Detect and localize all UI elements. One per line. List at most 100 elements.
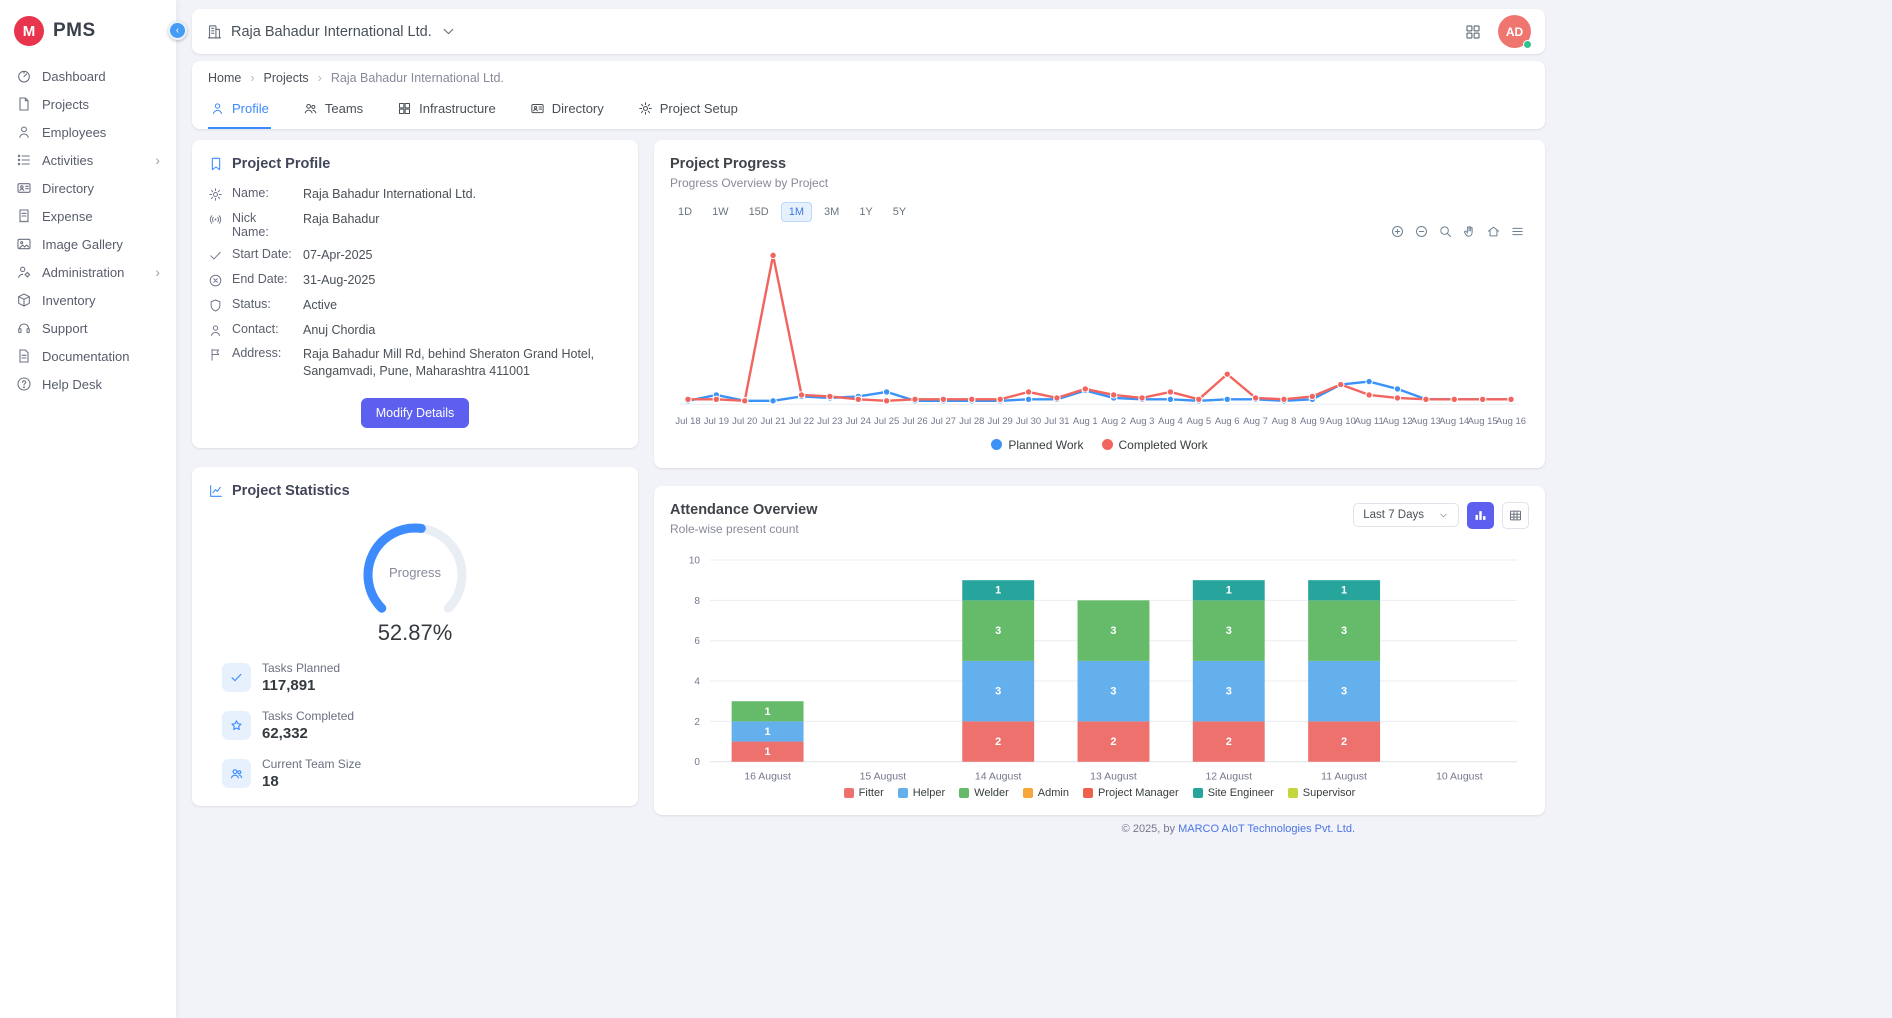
legend-item[interactable]: Completed Work [1102,438,1208,452]
tab-infrastructure[interactable]: Infrastructure [395,92,498,129]
range-1w[interactable]: 1W [704,202,737,222]
nav-panel: Home › Projects › Raja Bahadur Internati… [192,61,1545,129]
company-selector[interactable]: Raja Bahadur International Ltd. [206,23,457,40]
field-status: Status: Active [208,293,622,318]
top-header: Raja Bahadur International Ltd. AD [192,9,1545,54]
project-profile-card: Project Profile Name: Raja Bahadur Inter… [192,140,638,448]
legend-item[interactable]: Welder [959,787,1009,799]
zoom-selection-icon[interactable] [1438,224,1453,239]
zoom-out-icon[interactable] [1414,224,1429,239]
sidebar-item-directory[interactable]: Directory [0,174,176,202]
breadcrumb-projects[interactable]: Projects [264,71,309,85]
tab-directory[interactable]: Directory [528,92,606,129]
attendance-overview-card: Attendance Overview Role-wise present co… [654,486,1545,816]
sidebar-item-activities[interactable]: Activities › [0,146,176,174]
sidebar-item-dashboard[interactable]: Dashboard [0,62,176,90]
breadcrumb-home[interactable]: Home [208,71,241,85]
attendance-chart[interactable]: 024681016 August15 August14 August13 Aug… [670,550,1529,788]
progress-gauge: Progress [350,511,480,618]
legend-swatch-icon [898,788,908,798]
menu-icon[interactable] [1510,224,1525,239]
svg-text:Jul 28: Jul 28 [959,416,984,427]
svg-text:Aug 12: Aug 12 [1382,416,1412,427]
sidebar-item-support[interactable]: Support [0,314,176,342]
svg-text:Aug 4: Aug 4 [1158,416,1183,427]
line-chart-legend: Planned Work Completed Work [670,438,1529,452]
svg-text:14 August: 14 August [975,771,1022,782]
table-view-toggle[interactable] [1502,502,1529,529]
sidebar-collapse-button[interactable]: ‹ [168,21,187,40]
receipt-icon [16,208,32,224]
dashboard-icon [16,68,32,84]
legend-item[interactable]: Planned Work [991,438,1083,452]
footer: © 2025, by MARCO AIoT Technologies Pvt. … [192,823,1545,835]
tab-profile[interactable]: Profile [208,92,271,129]
sidebar-item-documentation[interactable]: Documentation [0,342,176,370]
svg-text:2: 2 [995,736,1001,748]
range-1m[interactable]: 1M [781,202,812,222]
stat-tasks-completed: Tasks Completed 62,332 [208,709,622,742]
svg-text:3: 3 [995,685,1001,697]
legend-label: Site Engineer [1208,787,1274,799]
bar-chart-icon [1473,508,1488,523]
svg-text:4: 4 [694,676,700,687]
tab-teams[interactable]: Teams [301,92,365,129]
field-label: Name: [232,186,294,203]
modify-details-button[interactable]: Modify Details [361,398,470,428]
last-7-days-select[interactable]: Last 7 Days [1353,503,1459,527]
field-value: Raja Bahadur [303,211,622,239]
field-value: 07-Apr-2025 [303,247,622,264]
svg-text:1: 1 [995,585,1001,597]
zoom-in-icon[interactable] [1390,224,1405,239]
svg-text:2: 2 [1226,736,1232,748]
card-title-text: Project Profile [232,156,330,172]
svg-text:Aug 15: Aug 15 [1468,416,1498,427]
breadcrumb: Home › Projects › Raja Bahadur Internati… [208,71,1529,85]
range-5y[interactable]: 5Y [885,202,914,222]
svg-text:Aug 5: Aug 5 [1186,416,1211,427]
sidebar-item-inventory[interactable]: Inventory [0,286,176,314]
legend-label: Completed Work [1119,438,1208,452]
svg-text:Jul 25: Jul 25 [874,416,899,427]
sidebar-item-image-gallery[interactable]: Image Gallery [0,230,176,258]
app-name: PMS [53,20,96,42]
legend-item[interactable]: Admin [1023,787,1069,799]
field-value: Raja Bahadur International Ltd. [303,186,622,203]
legend-item[interactable]: Supervisor [1288,787,1356,799]
range-1y[interactable]: 1Y [851,202,880,222]
field-value: Anuj Chordia [303,322,622,339]
sidebar-item-projects[interactable]: Projects [0,90,176,118]
sidebar-item-label: Documentation [42,349,129,364]
range-1d[interactable]: 1D [670,202,700,222]
footer-text: © 2025, by [1122,823,1178,835]
legend-item[interactable]: Site Engineer [1193,787,1274,799]
headset-icon [16,320,32,336]
chart-toolbar [1390,224,1525,239]
home-icon[interactable] [1486,224,1501,239]
range-15d[interactable]: 15D [741,202,777,222]
pan-icon[interactable] [1462,224,1477,239]
tab-project-setup[interactable]: Project Setup [636,92,740,129]
check-icon [222,663,251,692]
range-3m[interactable]: 3M [816,202,847,222]
footer-link[interactable]: MARCO AIoT Technologies Pvt. Ltd. [1178,823,1355,835]
apps-grid-button[interactable] [1464,23,1482,41]
attendance-title: Attendance Overview [670,502,817,518]
flag-icon [208,347,223,362]
legend-item[interactable]: Fitter [844,787,884,799]
sidebar-item-administration[interactable]: Administration › [0,258,176,286]
svg-text:1: 1 [765,726,771,738]
sidebar-item-employees[interactable]: Employees [0,118,176,146]
legend-item[interactable]: Helper [898,787,945,799]
sidebar-item-expense[interactable]: Expense [0,202,176,230]
sidebar-item-help-desk[interactable]: Help Desk [0,370,176,398]
project-progress-chart[interactable]: Jul 18Jul 19Jul 20Jul 21Jul 22Jul 23Jul … [670,236,1529,436]
user-avatar[interactable]: AD [1498,15,1531,48]
svg-text:2: 2 [1341,736,1347,748]
check-icon [208,248,223,263]
legend-item[interactable]: Project Manager [1083,787,1179,799]
svg-text:Jul 26: Jul 26 [902,416,927,427]
app-logo[interactable]: M PMS [0,0,176,62]
bar-view-toggle[interactable] [1467,502,1494,529]
legend-swatch-icon [1023,788,1033,798]
